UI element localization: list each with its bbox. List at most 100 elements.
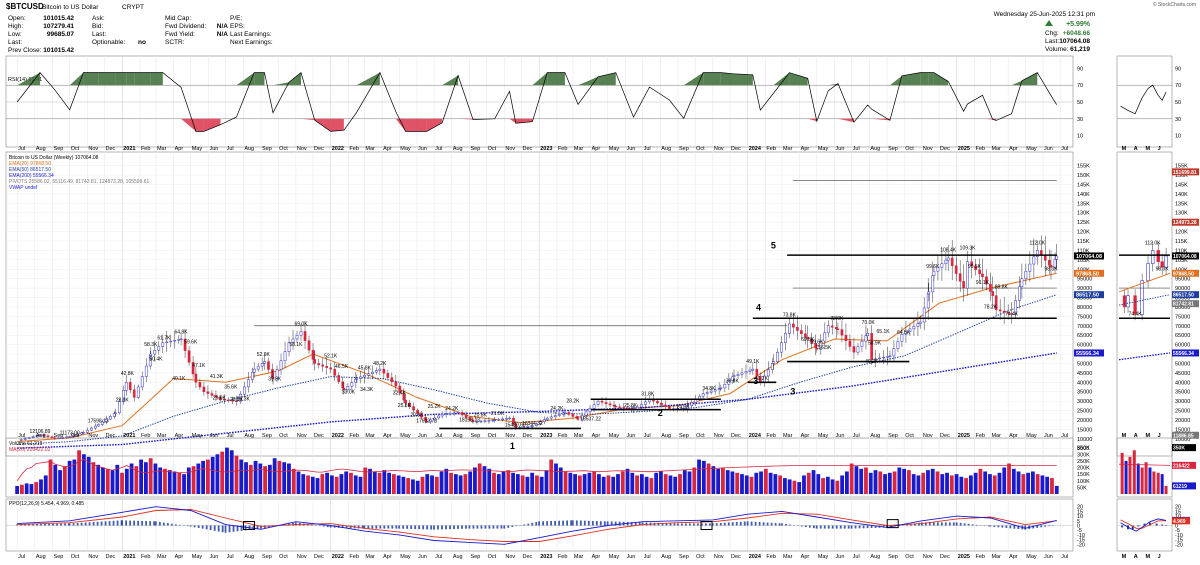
price-axis-tick: 65000	[1077, 333, 1092, 339]
candle-body	[109, 416, 111, 419]
x-axis-label: Jul	[1061, 554, 1068, 560]
ppo-histogram-bar	[809, 526, 811, 528]
volume-bar	[344, 471, 348, 494]
ppo-histogram-bar	[716, 523, 718, 525]
ppo-histogram-bar	[202, 526, 204, 529]
ppo-histogram-bar	[437, 526, 439, 530]
volume-bar	[597, 474, 601, 494]
volume-bar	[773, 474, 777, 494]
x-axis-label: Aug	[36, 554, 46, 560]
side-volume-bar	[1165, 486, 1168, 494]
candle-body	[383, 369, 385, 373]
x-axis-label: May	[192, 433, 203, 439]
volume-bar	[878, 471, 882, 494]
volume-bar	[630, 473, 634, 494]
candle-body	[772, 362, 774, 364]
side-x-label: M	[1122, 554, 1127, 560]
quote-label: Low:	[8, 31, 22, 38]
x-axis-label: Oct	[696, 146, 705, 152]
candle-body	[318, 363, 320, 364]
x-axis-label: Aug	[870, 433, 880, 439]
side-rsi-tick: 90	[1175, 66, 1181, 72]
x-axis-label: Oct	[71, 146, 80, 152]
side-x-label: M	[1146, 554, 1151, 560]
quote-value: no	[138, 39, 146, 46]
x-axis-label: May	[609, 433, 620, 439]
volume-bar	[421, 477, 425, 494]
ppo-histogram-bar	[187, 526, 189, 527]
volume-bar	[554, 464, 558, 494]
candle-body	[330, 368, 332, 369]
ppo-histogram-bar	[145, 521, 147, 525]
volume-bar	[268, 465, 272, 494]
ppo-histogram-bar	[566, 521, 568, 526]
ppo-histogram-bar	[816, 526, 818, 529]
volume-bar	[306, 475, 310, 494]
candle-body	[188, 351, 190, 363]
ppo-histogram-bar	[383, 526, 385, 529]
candle-body	[837, 329, 839, 330]
x-axis-label: Feb	[558, 554, 567, 560]
candle-body	[951, 258, 953, 266]
candle-body	[568, 412, 570, 414]
x-axis-label: 2021	[123, 433, 135, 439]
ppo-histogram-bar	[1005, 526, 1007, 528]
candle-body	[780, 343, 782, 352]
volume-bar	[592, 471, 596, 494]
candle-body	[359, 377, 361, 379]
ppo-histogram-bar	[153, 521, 155, 525]
x-axis-label: Sep	[471, 146, 481, 152]
volume-bar	[392, 474, 396, 494]
volume-bar	[764, 469, 768, 494]
ppo-histogram-bar	[379, 526, 381, 529]
candle-body	[166, 342, 168, 343]
ppo-histogram-bar	[779, 523, 781, 525]
volume-bar	[258, 464, 262, 494]
volume-bar	[173, 471, 177, 494]
quote-label: Last:	[92, 31, 106, 38]
x-axis-label: Jul	[853, 433, 860, 439]
candle-body	[162, 343, 164, 347]
side-price-tick: 40000	[1175, 380, 1190, 386]
volume-bar	[821, 478, 825, 494]
volume-bar	[778, 475, 782, 494]
quote-label: Last:	[8, 39, 22, 46]
x-axis-label: May	[1026, 433, 1037, 439]
ppo-histogram-bar	[477, 526, 479, 529]
ppo-histogram-bar	[933, 522, 935, 525]
ppo-histogram-bar	[73, 523, 75, 525]
x-axis-label: Feb	[141, 433, 150, 439]
volume-bar	[206, 460, 210, 494]
candle-body	[615, 406, 617, 407]
ppo-histogram-bar	[744, 522, 746, 526]
volume-bar	[1031, 471, 1035, 494]
price-point-label: 109.3K	[960, 246, 977, 252]
volume-bar	[120, 473, 124, 494]
side-ppo-badge-text: 4.969	[1173, 519, 1186, 525]
side-volume-bar	[1128, 457, 1131, 494]
watermark: © StockCharts.com	[1153, 1, 1196, 8]
volume-bar	[244, 462, 248, 494]
volume-bar	[58, 470, 62, 494]
side-price-label: 74.4K	[1129, 311, 1143, 317]
x-axis-label: Dec	[523, 146, 533, 152]
candle-body	[300, 331, 302, 335]
ppo-histogram-bar	[689, 523, 691, 525]
volume-bar	[683, 470, 687, 494]
x-axis-label: Aug	[36, 433, 46, 439]
candle-body	[609, 404, 611, 405]
ppo-histogram-bar	[233, 526, 235, 532]
level-number: 3	[753, 376, 758, 386]
rsi-oversold-fill	[196, 119, 204, 132]
volume-bar	[330, 475, 334, 494]
ppo-histogram-bar	[64, 524, 66, 526]
x-axis-label: 2025	[958, 146, 970, 152]
price-point-label: 52.1K	[324, 354, 338, 360]
ppo-histogram-bar	[538, 521, 540, 525]
quote-label: Last Earnings:	[230, 31, 272, 38]
volume-bar	[702, 461, 706, 494]
x-axis-label: Feb	[349, 554, 358, 560]
x-axis-label: Oct	[905, 433, 914, 439]
candle-body	[154, 350, 156, 354]
price-point-label: 45.8K	[358, 365, 372, 371]
